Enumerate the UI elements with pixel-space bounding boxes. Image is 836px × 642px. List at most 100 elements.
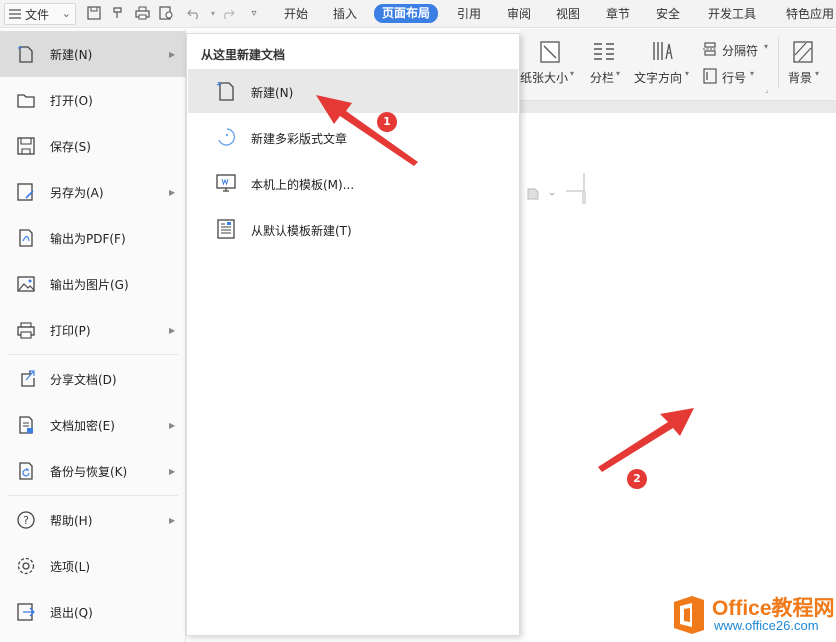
paper-size-dropdown-icon[interactable]: ▾: [570, 69, 574, 78]
office-logo-icon: [674, 596, 704, 634]
file-menu-label: 文件: [25, 7, 50, 22]
menu-item-save[interactable]: 保存(S): [0, 123, 186, 169]
undo-icon[interactable]: [186, 5, 202, 21]
tab-home[interactable]: 开始: [284, 5, 308, 23]
local-template-icon: [216, 174, 236, 192]
menu-item-label: 文档加密(E): [50, 418, 115, 433]
gear-icon: [17, 557, 35, 575]
submenu-arrow-icon: ▶: [169, 515, 176, 525]
default-template-icon: [217, 219, 235, 239]
menu-item-label: 打开(O): [50, 93, 93, 108]
menu-item-label: 保存(S): [50, 139, 91, 154]
menu-item-label: 输出为图片(G): [50, 277, 129, 292]
tab-special-apps[interactable]: 特色应用: [786, 5, 834, 23]
print-icon[interactable]: [134, 5, 150, 21]
columns-dropdown-icon[interactable]: ▾: [616, 69, 620, 78]
submenu-item-new[interactable]: 新建(N): [188, 69, 518, 113]
customize-toolbar-icon[interactable]: ▿: [246, 5, 262, 21]
menu-item-export-image[interactable]: 输出为图片(G): [0, 261, 186, 307]
menu-item-label: 打印(P): [50, 323, 91, 338]
file-menu-panel: 新建(N) ▶ 打开(O) 保存(S) 另存为(A) ▶ 输出为PDF(F) 输…: [0, 29, 186, 642]
file-menu-button[interactable]: 文件 ⌄: [4, 3, 76, 25]
menu-item-backup[interactable]: 备份与恢复(K) ▶: [0, 448, 186, 494]
submenu-title: 从这里新建文档: [201, 48, 286, 62]
document-page[interactable]: [520, 113, 836, 642]
menu-item-options[interactable]: 选项(L): [0, 543, 186, 589]
menu-item-new[interactable]: 新建(N) ▶: [0, 31, 186, 77]
tab-review[interactable]: 审阅: [507, 5, 531, 23]
menu-divider: [8, 495, 178, 496]
menu-item-print[interactable]: 打印(P) ▶: [0, 307, 186, 353]
save-icon[interactable]: [86, 5, 102, 21]
text-direction-label[interactable]: 文字方向: [634, 69, 682, 86]
menu-item-encrypt[interactable]: 文档加密(E) ▶: [0, 402, 186, 448]
submenu-arrow-icon: ▶: [169, 466, 176, 476]
menu-item-label: 输出为PDF(F): [50, 231, 126, 246]
undo-dropdown-icon[interactable]: ▾: [205, 5, 221, 21]
line-number-label[interactable]: 行号: [722, 69, 746, 86]
paper-size-label[interactable]: 纸张大小: [520, 69, 568, 86]
submenu-item-default-template[interactable]: 从默认模板新建(T): [188, 207, 518, 251]
print-preview-icon[interactable]: [158, 5, 174, 21]
text-direction-icon[interactable]: [652, 41, 674, 64]
save-as-icon: [17, 183, 34, 201]
line-number-dropdown-icon[interactable]: ▾: [750, 69, 754, 78]
tab-developer[interactable]: 开发工具: [708, 5, 756, 23]
ribbon-page-layout: 纸张大小 ▾ 分栏 ▾ 文字方向 ▾ 分隔符 ▾ 行号 ▾ ⌟ 背景 ▾: [520, 29, 836, 101]
text-direction-dropdown-icon[interactable]: ▾: [685, 69, 689, 78]
tab-chapter[interactable]: 章节: [606, 5, 630, 23]
separator-dropdown-icon[interactable]: ▾: [764, 42, 768, 51]
menu-item-exit[interactable]: 退出(Q): [0, 589, 186, 635]
help-icon: ?: [17, 511, 35, 529]
submenu-arrow-icon: ▶: [169, 49, 176, 59]
menu-divider: [8, 354, 178, 355]
menu-item-open[interactable]: 打开(O): [0, 77, 186, 123]
submenu-item-label: 从默认模板新建(T): [251, 224, 352, 238]
hamburger-icon: [9, 9, 21, 19]
chevron-down-icon[interactable]: ⌄: [62, 7, 71, 20]
submenu-item-colorful-article[interactable]: 新建多彩版式文章: [188, 115, 518, 159]
page-corner-marker: [566, 173, 586, 204]
tab-references[interactable]: 引用: [457, 5, 481, 23]
new-submenu: 从这里新建文档 新建(N) 新建多彩版式文章 本机上的模板(M)... 从默认模…: [186, 33, 520, 636]
svg-text:?: ?: [23, 514, 29, 527]
columns-label[interactable]: 分栏: [590, 69, 614, 86]
tab-page-layout[interactable]: 页面布局: [374, 4, 439, 23]
menu-item-help[interactable]: ? 帮助(H) ▶: [0, 497, 186, 543]
menu-item-save-as[interactable]: 另存为(A) ▶: [0, 169, 186, 215]
print-icon: [17, 322, 35, 339]
paper-size-icon[interactable]: [540, 41, 560, 66]
share-icon: [21, 370, 35, 387]
tab-insert[interactable]: 插入: [333, 5, 357, 23]
menu-bar: 文件 ⌄ ▾ ▿ 开始 插入 页面布局 引用 审阅 视图 章节 安全 开发工具 …: [0, 0, 836, 28]
line-number-icon[interactable]: [703, 68, 717, 87]
tab-security[interactable]: 安全: [656, 5, 680, 23]
submenu-item-local-template[interactable]: 本机上的模板(M)...: [188, 161, 518, 205]
menu-item-export-pdf[interactable]: 输出为PDF(F): [0, 215, 186, 261]
columns-icon[interactable]: [593, 41, 615, 64]
menu-item-label: 分享文档(D): [50, 372, 117, 387]
folder-open-icon: [17, 94, 35, 108]
annotation-badge-1: 1: [377, 112, 397, 132]
image-export-icon: [17, 276, 35, 292]
background-dropdown-icon[interactable]: ▾: [815, 69, 819, 78]
submenu-arrow-icon: ▶: [169, 187, 176, 197]
pdf-export-icon: [19, 229, 33, 247]
background-label[interactable]: 背景: [788, 69, 812, 86]
lock-doc-icon: [19, 416, 33, 434]
exit-icon: [17, 603, 35, 621]
menu-item-label: 帮助(H): [50, 513, 93, 528]
dialog-launcher-icon[interactable]: ⌟: [765, 85, 769, 94]
submenu-item-label: 本机上的模板(M)...: [251, 178, 355, 192]
tab-view[interactable]: 视图: [556, 5, 580, 23]
paste-options-icon[interactable]: [526, 183, 556, 207]
menu-item-share[interactable]: 分享文档(D): [0, 356, 186, 402]
redo-icon[interactable]: [220, 5, 236, 21]
submenu-item-label: 新建多彩版式文章: [251, 132, 348, 146]
menu-item-label: 新建(N): [50, 47, 93, 62]
background-icon[interactable]: [793, 41, 813, 66]
submenu-arrow-icon: ▶: [169, 325, 176, 335]
separator-icon[interactable]: [702, 42, 718, 59]
format-painter-icon[interactable]: [110, 5, 126, 21]
separator-label[interactable]: 分隔符: [722, 42, 758, 59]
